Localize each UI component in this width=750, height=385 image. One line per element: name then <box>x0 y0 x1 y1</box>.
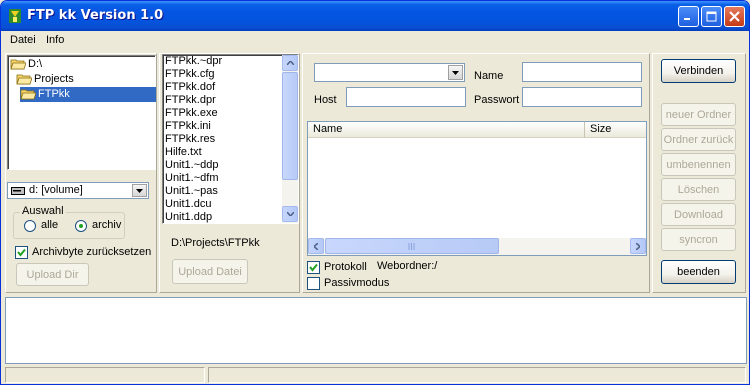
status-panel-2 <box>208 367 746 383</box>
scroll-left-button[interactable] <box>308 238 324 254</box>
tree-item-drive[interactable]: D:\ <box>10 57 42 72</box>
list-item[interactable]: FTPkk.~dpr <box>163 55 283 68</box>
upload-dir-button[interactable]: Upload Dir <box>16 263 89 286</box>
maximize-button[interactable] <box>701 6 722 27</box>
list-item[interactable]: FTPkk.ini <box>163 120 283 133</box>
scroll-thumb[interactable] <box>282 72 298 180</box>
drive-icon <box>11 187 25 195</box>
remote-list-hscrollbar[interactable] <box>308 238 646 255</box>
log-area[interactable] <box>5 297 747 364</box>
title-bar[interactable]: FTP kk Version 1.0 <box>1 1 749 31</box>
checkmark-icon <box>309 263 318 272</box>
main-window: FTP kk Version 1.0 Datei Info D:\ Projec… <box>0 0 750 385</box>
scroll-thumb[interactable] <box>325 238 499 254</box>
scroll-up-button[interactable] <box>282 55 298 71</box>
window-title: FTP kk Version 1.0 <box>27 8 164 23</box>
radio-alle[interactable] <box>24 220 36 232</box>
chevron-down-icon <box>286 212 294 216</box>
column-header-size[interactable]: Size <box>585 122 646 138</box>
menu-info[interactable]: Info <box>46 34 64 46</box>
app-icon <box>9 9 21 23</box>
menu-bar: Datei Info <box>1 31 749 51</box>
auswahl-title: Auswahl <box>20 205 66 217</box>
password-input[interactable] <box>522 87 642 107</box>
archive-reset-label: Archivbyte zurücksetzen <box>32 246 152 258</box>
password-label: Passwort <box>474 94 520 106</box>
passivmodus-checkbox[interactable] <box>307 277 320 290</box>
current-path: D:\Projects\FTPkk <box>171 237 260 249</box>
scroll-down-button[interactable] <box>282 206 298 222</box>
open-folder-icon <box>10 59 26 69</box>
umbenennen-button[interactable]: umbenennen <box>661 153 736 176</box>
list-item[interactable]: FTPkk.cfg <box>163 68 283 81</box>
list-item[interactable]: Hilfe.txt <box>163 146 283 159</box>
chevron-left-icon <box>314 242 318 250</box>
list-item[interactable]: Unit1.~pas <box>163 185 283 198</box>
list-item[interactable]: FTPkk.exe <box>163 107 283 120</box>
auswahl-group: Auswahl alle archiv <box>13 205 125 239</box>
list-item[interactable]: Unit1.~ddp <box>163 159 283 172</box>
close-icon <box>729 11 740 22</box>
status-bar <box>5 366 747 384</box>
remote-file-list[interactable]: Name Size <box>307 121 647 256</box>
file-list-scrollbar[interactable] <box>282 55 298 223</box>
neuer-ordner-button[interactable]: neuer Ordner <box>661 103 736 126</box>
scroll-right-button[interactable] <box>630 238 646 254</box>
menu-datei[interactable]: Datei <box>10 34 36 46</box>
maximize-icon <box>706 11 717 22</box>
chevron-up-icon <box>286 61 294 65</box>
host-label: Host <box>314 94 337 106</box>
drive-select[interactable]: d: [volume] <box>7 182 149 199</box>
list-item[interactable]: FTPkk.res <box>163 133 283 146</box>
checkmark-icon <box>17 248 26 257</box>
tree-item-label: D:\ <box>28 58 43 70</box>
file-list-items: FTPkk.~dpr FTPkk.cfg FTPkk.dof FTPkk.dpr… <box>163 55 283 223</box>
host-history-select[interactable] <box>314 63 465 82</box>
passivmodus-label: Passivmodus <box>324 277 390 289</box>
name-input[interactable] <box>522 62 642 82</box>
directory-tree[interactable]: D:\ Projects FTPkk <box>7 55 156 170</box>
list-item[interactable]: Unit1.dcu <box>163 198 283 211</box>
ordner-zurueck-button[interactable]: Ordner zurück <box>661 128 736 151</box>
radio-archiv[interactable] <box>75 220 87 232</box>
minimize-button[interactable] <box>678 6 699 27</box>
protokoll-label: Protokoll <box>324 261 367 273</box>
drive-select-arrow[interactable] <box>132 184 147 197</box>
chevron-down-icon <box>136 188 143 193</box>
tree-item-label: FTPkk <box>38 88 70 100</box>
chevron-down-icon <box>452 70 459 75</box>
status-panel-1 <box>5 367 205 383</box>
open-folder-icon <box>20 89 36 99</box>
column-header-name[interactable]: Name <box>308 122 585 138</box>
remote-list-header: Name Size <box>308 122 646 138</box>
verbinden-button[interactable]: Verbinden <box>661 59 736 83</box>
tree-item-ftpkk[interactable]: FTPkk <box>20 87 156 102</box>
list-item[interactable]: FTPkk.dpr <box>163 94 283 107</box>
loeschen-button[interactable]: Löschen <box>661 178 736 201</box>
minimize-icon <box>684 18 690 20</box>
archive-reset-checkbox[interactable] <box>15 246 28 259</box>
beenden-button[interactable]: beenden <box>661 260 736 284</box>
protokoll-checkbox[interactable] <box>307 261 320 274</box>
webordner-label: Webordner:/ <box>377 260 438 272</box>
host-history-arrow[interactable] <box>448 65 463 80</box>
tree-item-label: Projects <box>34 73 74 85</box>
name-label: Name <box>474 70 504 82</box>
file-list[interactable]: FTPkk.~dpr FTPkk.cfg FTPkk.dof FTPkk.dpr… <box>162 54 299 224</box>
drive-select-value: d: [volume] <box>29 184 83 196</box>
close-button[interactable] <box>724 6 745 27</box>
list-item[interactable]: Unit1.ddp <box>163 211 283 223</box>
upload-file-button[interactable]: Upload Datei <box>172 259 248 284</box>
radio-alle-label: alle <box>41 219 59 231</box>
list-item[interactable]: FTPkk.dof <box>163 81 283 94</box>
radio-archiv-label: archiv <box>92 219 122 231</box>
tree-item-projects[interactable]: Projects <box>16 72 74 87</box>
syncron-button[interactable]: syncron <box>661 228 736 251</box>
open-folder-icon <box>16 74 32 84</box>
grip-icon <box>408 242 415 250</box>
list-item[interactable]: Unit1.~dfm <box>163 172 283 185</box>
host-input[interactable] <box>346 87 466 107</box>
chevron-right-icon <box>636 242 640 250</box>
download-button[interactable]: Download <box>661 203 736 226</box>
